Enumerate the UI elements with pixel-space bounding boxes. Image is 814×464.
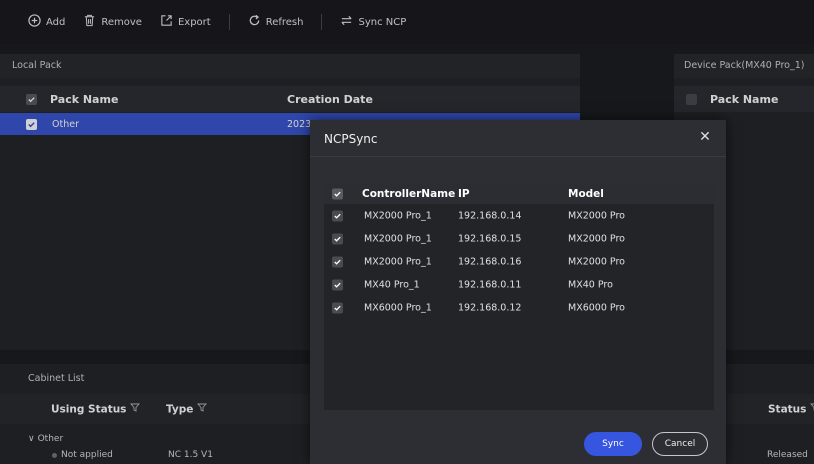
model-cell: MX40 Pro (568, 279, 613, 290)
model-cell: MX2000 Pro (568, 233, 625, 244)
dialog-title: NCPSync (324, 132, 378, 146)
ip-cell: 192.168.0.11 (458, 279, 522, 290)
table-row[interactable]: MX6000 Pro_1 192.168.0.12 MX6000 Pro (324, 296, 714, 319)
table-row[interactable]: MX2000 Pro_1 192.168.0.15 MX2000 Pro (324, 227, 714, 250)
ip-cell: 192.168.0.12 (458, 302, 522, 313)
model-cell: MX6000 Pro (568, 302, 625, 313)
col-controller-name: ControllerName (362, 188, 456, 200)
model-cell: MX2000 Pro (568, 210, 625, 221)
table-row[interactable]: MX2000 Pro_1 192.168.0.14 MX2000 Pro (324, 204, 714, 227)
close-icon[interactable]: ✕ (698, 130, 712, 144)
col-model: Model (568, 188, 604, 200)
cancel-button[interactable]: Cancel (652, 432, 708, 456)
row-checkbox[interactable] (332, 210, 343, 221)
controller-table: ControllerName IP Model MX2000 Pro_1 192… (324, 184, 714, 410)
controller-name-cell: MX40 Pro_1 (364, 279, 420, 290)
ip-cell: 192.168.0.15 (458, 233, 522, 244)
select-all-checkbox[interactable] (332, 188, 343, 200)
controller-name-cell: MX2000 Pro_1 (364, 210, 432, 221)
sync-button[interactable]: Sync (584, 432, 642, 456)
table-row[interactable]: MX40 Pro_1 192.168.0.11 MX40 Pro (324, 273, 714, 296)
controller-name-cell: MX6000 Pro_1 (364, 302, 432, 313)
row-checkbox[interactable] (332, 256, 343, 267)
ncp-sync-dialog: NCPSync ✕ ControllerName IP Model MX2000… (310, 120, 726, 464)
controller-name-cell: MX2000 Pro_1 (364, 233, 432, 244)
row-checkbox[interactable] (332, 302, 343, 313)
controller-table-header: ControllerName IP Model (324, 184, 714, 204)
model-cell: MX2000 Pro (568, 256, 625, 267)
ip-cell: 192.168.0.16 (458, 256, 522, 267)
row-checkbox[interactable] (332, 279, 343, 290)
dialog-divider (310, 156, 726, 157)
controller-name-cell: MX2000 Pro_1 (364, 256, 432, 267)
ip-cell: 192.168.0.14 (458, 210, 522, 221)
col-ip: IP (458, 188, 470, 200)
table-row[interactable]: MX2000 Pro_1 192.168.0.16 MX2000 Pro (324, 250, 714, 273)
row-checkbox[interactable] (332, 233, 343, 244)
